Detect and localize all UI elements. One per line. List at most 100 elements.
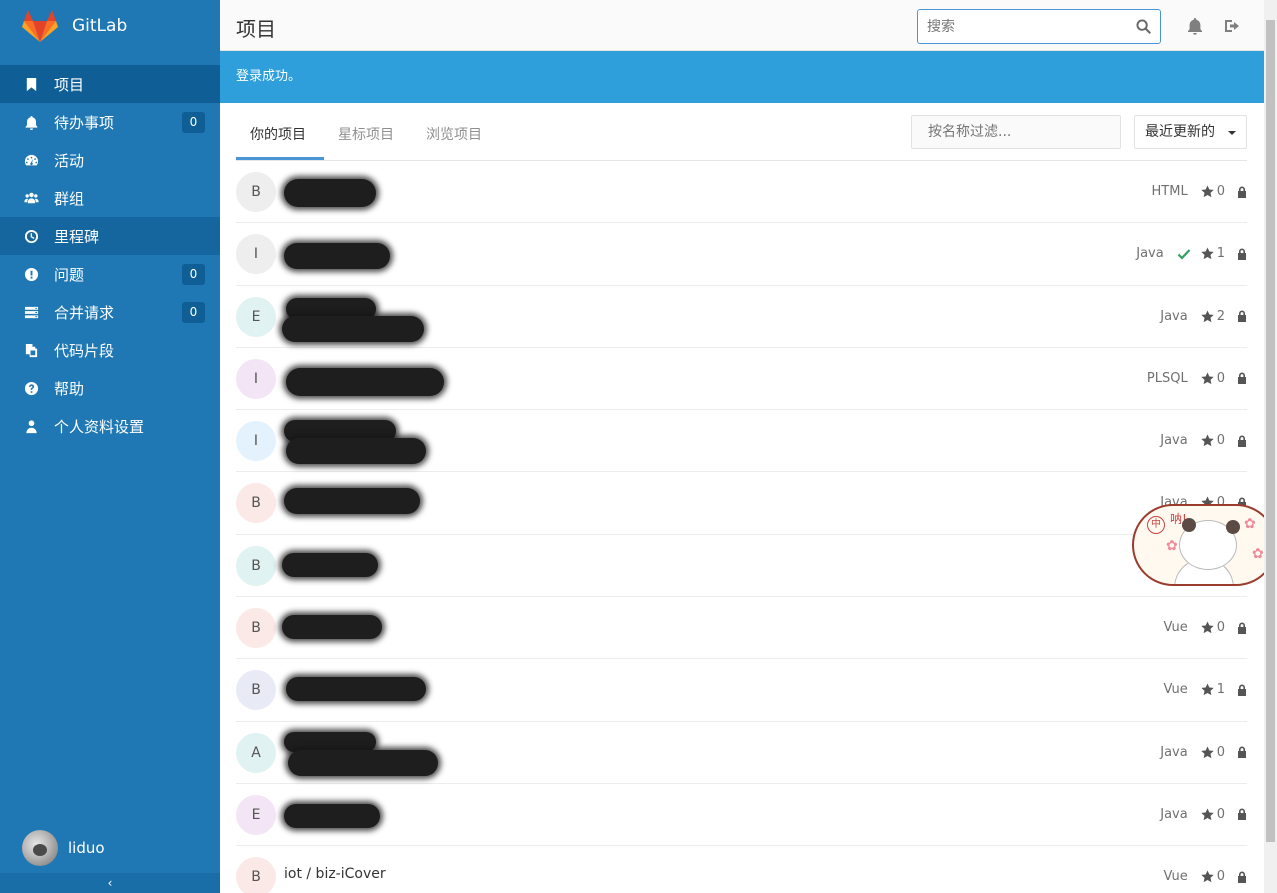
sidebar-item[interactable]: 活动 bbox=[0, 141, 220, 179]
redacted-project-name[interactable] bbox=[288, 749, 438, 776]
star-icon bbox=[1200, 247, 1214, 260]
avatar[interactable] bbox=[22, 830, 58, 866]
project-row[interactable]: B Vue 0 bbox=[236, 597, 1247, 660]
project-avatar[interactable]: E bbox=[236, 296, 276, 337]
redacted-project-name[interactable] bbox=[284, 731, 376, 752]
redacted-project-name[interactable] bbox=[286, 677, 426, 702]
dashboard-icon bbox=[22, 151, 40, 169]
project-avatar[interactable]: I bbox=[236, 358, 276, 399]
filter-by-name-input[interactable] bbox=[912, 116, 1120, 148]
project-row[interactable]: B HTML 0 bbox=[236, 161, 1247, 224]
redacted-project-name[interactable] bbox=[282, 615, 382, 640]
project-row[interactable]: I PLSQL 0 bbox=[236, 348, 1247, 411]
collapse-sidebar-button[interactable]: ‹ bbox=[0, 873, 220, 893]
active-tab-indicator bbox=[236, 157, 324, 160]
project-avatar[interactable]: I bbox=[236, 421, 276, 462]
star-count: 0 bbox=[1216, 869, 1225, 885]
star-count: 2 bbox=[1216, 308, 1225, 324]
project-row[interactable]: Biot / biz-iCover Vue 0 bbox=[236, 846, 1247, 893]
search-box[interactable] bbox=[917, 9, 1161, 44]
project-row[interactable]: E Java 0 bbox=[236, 784, 1247, 847]
filter-box[interactable] bbox=[911, 115, 1121, 149]
project-avatar[interactable]: B bbox=[236, 172, 276, 212]
sidebar-item[interactable]: 帮助 bbox=[0, 369, 220, 407]
project-avatar[interactable]: A bbox=[236, 732, 276, 773]
sticker-ear bbox=[1226, 520, 1240, 534]
sidebar-item[interactable]: 代码片段 bbox=[0, 331, 220, 369]
project-row[interactable]: A Java 0 bbox=[236, 722, 1247, 784]
header: 项目 bbox=[220, 0, 1264, 51]
page-scrollbar[interactable] bbox=[1264, 0, 1277, 893]
star-icon bbox=[1200, 185, 1214, 198]
star-count: 0 bbox=[1216, 620, 1225, 636]
project-avatar[interactable]: B bbox=[236, 857, 276, 893]
project-row[interactable]: BJava0 bbox=[236, 472, 1247, 535]
star-icon bbox=[1200, 683, 1214, 696]
project-avatar[interactable]: B bbox=[236, 483, 276, 524]
sidebar-item-label: 里程碑 bbox=[54, 227, 100, 246]
lock-icon bbox=[1238, 808, 1246, 821]
star-count: 0 bbox=[1216, 370, 1225, 386]
project-meta: Java 0 bbox=[1160, 807, 1247, 822]
project-avatar[interactable]: E bbox=[236, 794, 276, 835]
tab-your-projects[interactable]: 你的项目 bbox=[250, 124, 306, 144]
search-icon[interactable] bbox=[1136, 19, 1151, 34]
sidebar-item[interactable]: 问题 0 bbox=[0, 255, 220, 293]
project-row[interactable]: BJava0 bbox=[236, 535, 1247, 598]
redacted-project-name[interactable] bbox=[284, 243, 390, 270]
project-language: Java bbox=[1160, 744, 1188, 760]
sidebar-item[interactable]: 待办事项 0 bbox=[0, 103, 220, 141]
scrollbar-thumb[interactable] bbox=[1266, 20, 1275, 842]
project-meta: HTML 0 bbox=[1152, 184, 1247, 199]
redacted-project-name[interactable] bbox=[284, 488, 420, 515]
flower-icon: ✿ bbox=[1244, 516, 1256, 532]
sidebar-item[interactable]: 合并请求 0 bbox=[0, 293, 220, 331]
lock-icon bbox=[1238, 684, 1246, 696]
project-row[interactable]: E Java 2 bbox=[236, 286, 1247, 348]
project-row[interactable]: I Java 0 bbox=[236, 410, 1247, 473]
project-avatar[interactable]: B bbox=[236, 545, 276, 586]
sidebar-item[interactable]: 群组 bbox=[0, 179, 220, 217]
tab-starred-projects[interactable]: 星标项目 bbox=[338, 124, 394, 144]
redacted-project-name[interactable] bbox=[282, 315, 424, 342]
project-language: Vue bbox=[1163, 620, 1188, 636]
page-title: 项目 bbox=[236, 17, 276, 41]
tab-explore-projects[interactable]: 浏览项目 bbox=[426, 124, 482, 144]
project-avatar[interactable]: B bbox=[236, 608, 276, 649]
sidebar-item-label: 群组 bbox=[54, 189, 85, 208]
sticker-text-zh: 中 bbox=[1147, 516, 1165, 534]
sidebar-item-label: 项目 bbox=[54, 75, 85, 94]
project-avatar[interactable]: I bbox=[236, 234, 276, 275]
notifications-bell-icon[interactable] bbox=[1186, 17, 1204, 35]
sidebar-item[interactable]: 里程碑 bbox=[0, 217, 220, 255]
sort-dropdown[interactable]: 最近更新的 bbox=[1134, 115, 1247, 149]
project-language: Java bbox=[1160, 433, 1188, 449]
user-profile[interactable]: liduo bbox=[22, 830, 105, 866]
build-passed-check-icon[interactable] bbox=[1177, 247, 1191, 261]
star-icon bbox=[1200, 310, 1214, 322]
project-language: Vue bbox=[1163, 682, 1188, 698]
project-name-link[interactable]: iot / biz-iCover bbox=[284, 866, 386, 882]
caret-down-icon bbox=[1228, 131, 1236, 135]
search-input[interactable] bbox=[918, 10, 1118, 43]
sidebar-item[interactable]: 个人资料设置 bbox=[0, 407, 220, 445]
redacted-project-name[interactable] bbox=[286, 438, 426, 465]
project-meta: Java 1 bbox=[1136, 246, 1247, 261]
sign-out-icon[interactable] bbox=[1223, 17, 1241, 35]
sidebar-nav: 项目待办事项 0 活动群组里程碑问题 0 合并请求 0 代码片段帮助个人资料设置 bbox=[0, 65, 220, 445]
project-row[interactable]: I Java 1 bbox=[236, 223, 1247, 286]
count-badge: 0 bbox=[182, 302, 205, 323]
sidebar-item-label: 帮助 bbox=[54, 379, 85, 398]
redacted-project-name[interactable] bbox=[286, 367, 444, 396]
star-count: 0 bbox=[1216, 744, 1225, 760]
bell-icon bbox=[22, 113, 40, 131]
project-row[interactable]: B Vue 1 bbox=[236, 659, 1247, 722]
brand[interactable]: GitLab bbox=[0, 0, 220, 52]
redacted-project-name[interactable] bbox=[284, 803, 380, 828]
project-list: BHTML0IJava1EJava2IPLSQL0IJava0BJava0BJa… bbox=[236, 161, 1247, 893]
redacted-project-name[interactable] bbox=[284, 179, 376, 207]
redacted-project-name[interactable] bbox=[282, 552, 378, 577]
project-language: HTML bbox=[1151, 184, 1188, 199]
project-avatar[interactable]: B bbox=[236, 670, 276, 711]
sidebar-item[interactable]: 项目 bbox=[0, 65, 220, 103]
